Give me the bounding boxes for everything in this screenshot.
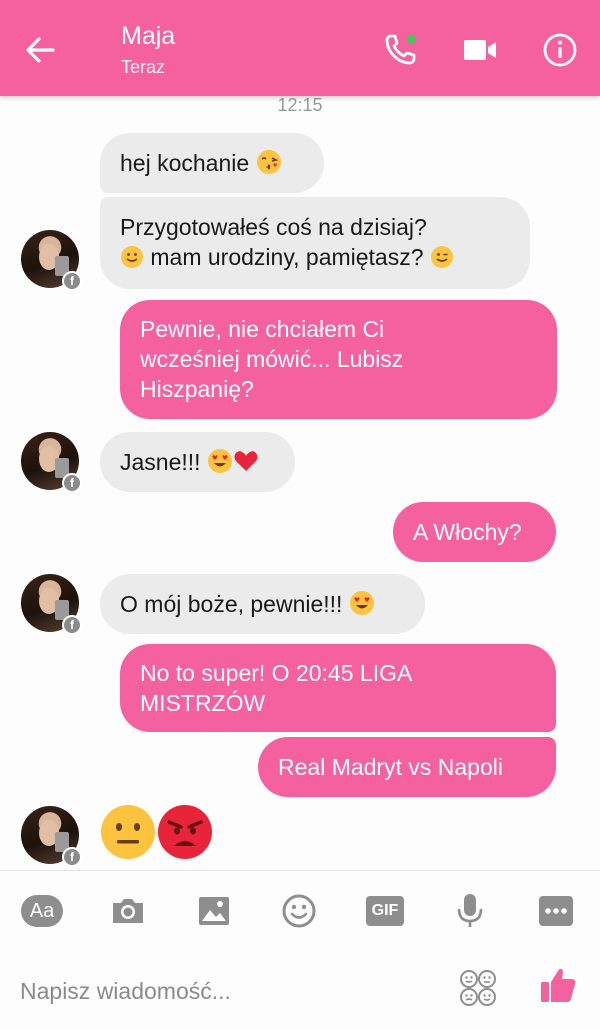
info-icon [543,33,577,67]
message-bubble-incoming[interactable]: Jasne!!! [100,432,295,492]
phone-call-icon [385,34,416,65]
chat-header: Maja Teraz [0,0,600,96]
contact-avatar[interactable]: f [21,230,82,291]
message-text-line: Przygotowałeś coś na dzisiaj? [120,214,427,240]
contact-avatar[interactable]: f [21,806,82,867]
facebook-badge-icon: f [62,615,82,635]
image-icon [199,897,229,925]
message-text: Real Madryt vs Napoli [278,754,503,780]
thumbs-up-icon [541,968,576,1002]
wink-emoji [430,246,453,268]
emoji-icon [282,894,316,928]
message-text-line: wcześniej mówić... Lubisz [140,346,404,372]
emoji-button[interactable] [277,891,321,931]
contact-avatar[interactable]: f [21,432,82,493]
message-timestamp: 12:15 [277,95,323,115]
aa-icon: Aa [21,895,63,927]
message-text-line: No to super! O 20:45 LIGA [140,660,413,686]
smile-emoji [121,246,143,268]
message-text: hej kochanie [120,150,250,176]
camera-icon [113,899,143,923]
contact-name[interactable]: Maja [121,22,175,51]
info-button[interactable] [536,26,584,74]
message-bubble-incoming[interactable]: hej kochanie [100,133,324,193]
stickers-icon [460,970,496,1006]
message-text-line-with-emoji: mam urodziny, pamiętasz? [120,242,510,272]
microphone-icon [457,894,483,927]
message-composer [0,948,600,1029]
message-text: O mój boże, pewnie!!! [120,591,343,617]
composer-toolbar: Aa GIF [0,870,600,948]
angry-face-emoji[interactable] [157,804,213,860]
message-bubble-outgoing[interactable]: A Włochy? [393,502,556,562]
neutral-face-emoji[interactable] [100,804,156,860]
more-options-button[interactable] [534,891,578,931]
message-bubble-incoming[interactable]: O mój boże, pewnie!!! [100,574,425,634]
contact-status: Teraz [121,57,166,77]
message-text-line: Pewnie, nie chciałem Ci [140,316,385,342]
message-text-line: Hiszpanię? [140,376,254,402]
send-like-button[interactable] [538,965,582,1009]
gallery-button[interactable] [192,891,236,931]
gif-button[interactable]: GIF [363,891,407,931]
video-camera-icon [464,40,496,60]
kiss-face-emoji [256,150,281,174]
message-bubble-incoming[interactable]: Przygotowałeś coś na dzisiaj? mam urodzi… [100,197,530,289]
message-text-line: MISTRZÓW [140,690,266,716]
video-call-button[interactable] [456,26,504,74]
message-text: mam urodziny, pamiętasz? [150,244,424,270]
gif-icon: GIF [366,896,404,926]
message-bubble-outgoing[interactable]: Real Madryt vs Napoli [258,737,556,797]
contact-avatar[interactable]: f [21,574,82,635]
message-text: Jasne!!! [120,449,201,475]
more-icon [539,896,573,926]
message-input[interactable] [20,974,420,1008]
red-heart-emoji [234,451,258,471]
back-button[interactable] [18,28,62,72]
back-arrow-icon [26,37,55,63]
text-format-button[interactable]: Aa [20,891,64,931]
facebook-badge-icon: f [62,473,82,493]
voice-call-button[interactable] [376,26,424,74]
message-text: A Włochy? [413,519,522,545]
heart-eyes-emoji [349,591,374,615]
camera-button[interactable] [106,891,150,931]
facebook-badge-icon: f [62,847,82,867]
facebook-badge-icon: f [62,271,82,291]
message-bubble-outgoing[interactable]: Pewnie, nie chciałem Ci wcześniej mówić.… [120,300,557,419]
message-bubble-outgoing[interactable]: No to super! O 20:45 LIGA MISTRZÓW [120,644,556,732]
stickers-button[interactable] [458,968,502,1012]
gif-label: GIF [371,902,399,919]
aa-label: Aa [29,899,55,922]
heart-eyes-emoji [207,449,232,473]
voice-message-button[interactable] [448,891,492,931]
